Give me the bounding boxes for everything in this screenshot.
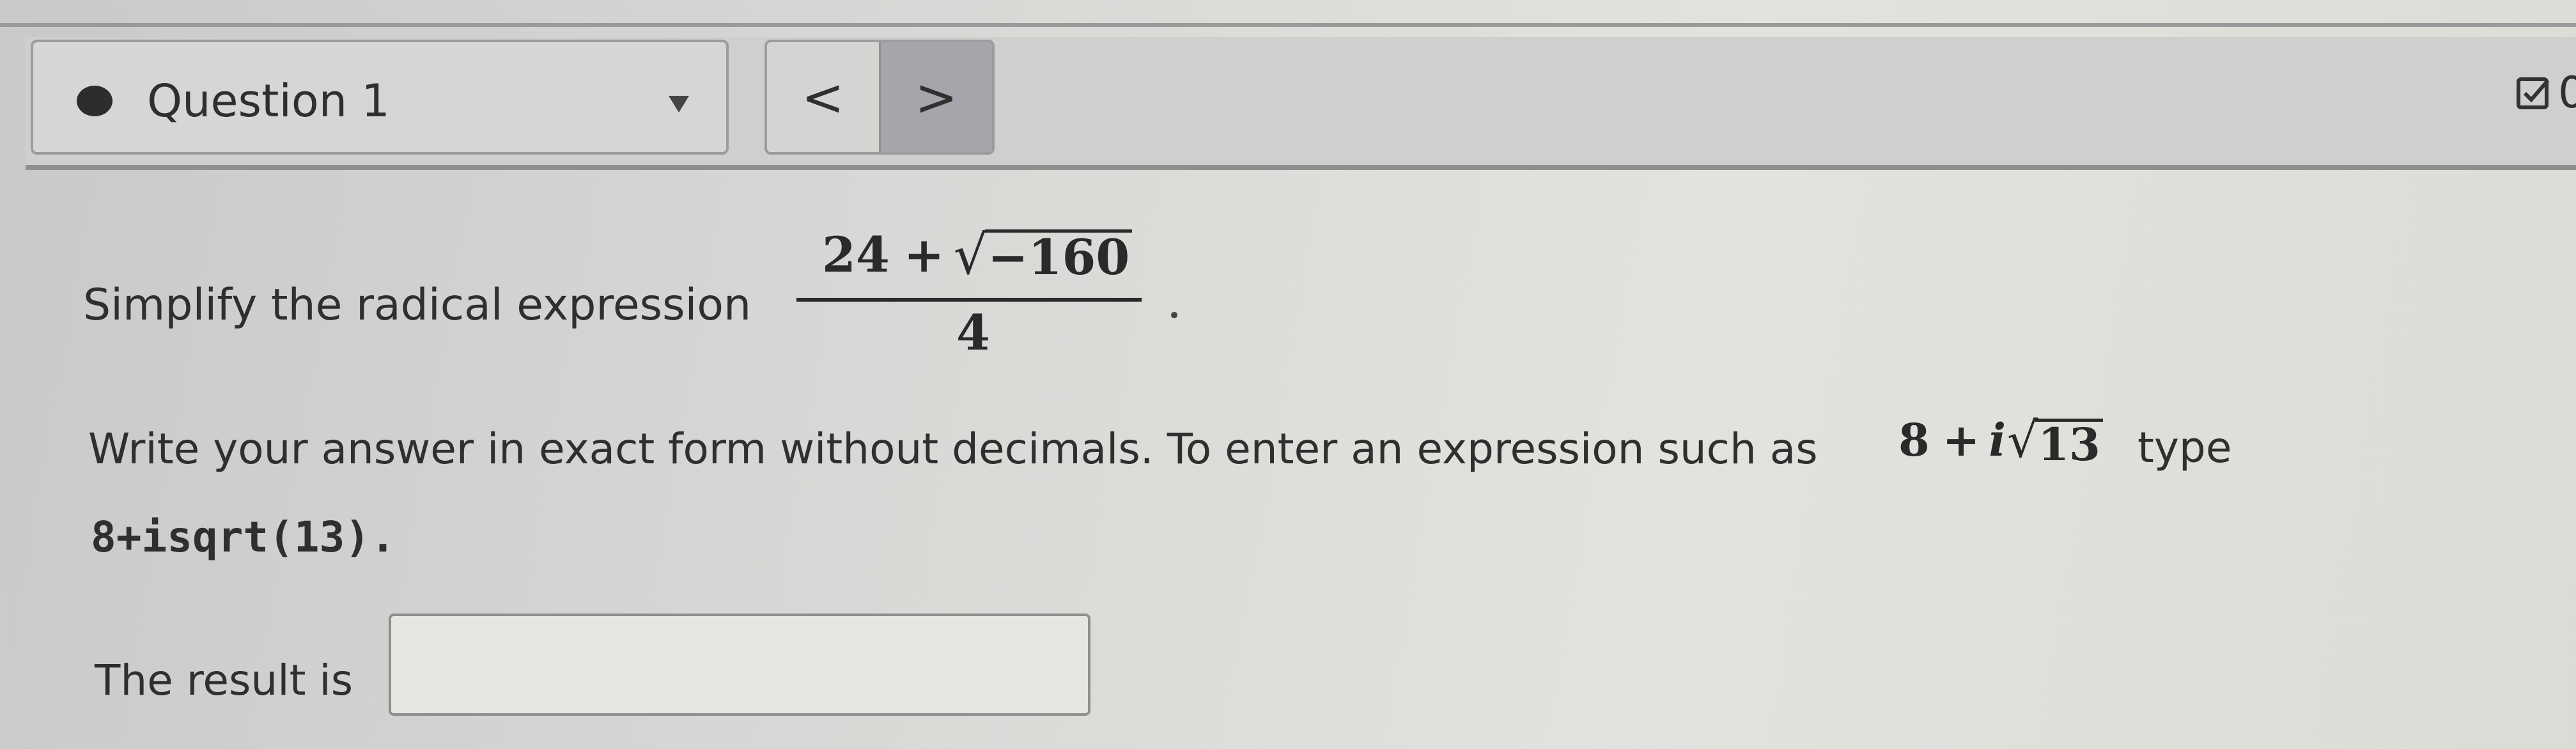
problem-prompt: Simplify the radical expression: [83, 280, 752, 330]
chevron-left-icon: <: [801, 67, 844, 127]
next-question-button[interactable]: >: [878, 42, 992, 152]
example-square-root: √ 13: [2007, 413, 2103, 468]
radical-sign-icon: √: [2006, 412, 2038, 468]
result-label: The result is: [95, 656, 353, 705]
question-label: Question 1: [147, 75, 390, 127]
type-word: type: [2138, 423, 2232, 472]
question-toolbar: Question 1 < > 0/: [26, 37, 2576, 170]
square-root: √ −160: [953, 224, 1133, 286]
question-status-dot-icon: [77, 86, 113, 116]
score-text: 0/: [2558, 68, 2576, 118]
example-real-part: 8: [1898, 413, 1930, 467]
typed-example: 8+isqrt(13).: [91, 513, 396, 562]
example-imaginary-unit: i: [1989, 413, 2006, 467]
example-operator: +: [1942, 413, 1980, 467]
question-navigation: < >: [764, 40, 995, 155]
fraction-bar: [796, 298, 1142, 302]
numerator-radicand: −160: [984, 229, 1133, 282]
radical-sign-icon: √: [953, 224, 988, 286]
checkbox-check-icon: [2516, 75, 2552, 111]
caret-down-icon: [669, 96, 689, 112]
question-selector-dropdown[interactable]: Question 1: [31, 40, 729, 155]
fraction-denominator: 4: [956, 304, 990, 361]
previous-question-button[interactable]: <: [767, 42, 879, 152]
numerator-operator: +: [903, 226, 945, 283]
score-indicator: 0/: [2516, 68, 2576, 118]
numerator-constant: 24: [822, 226, 890, 283]
answer-input[interactable]: [389, 614, 1090, 716]
radical-expression-fraction: 24 + √ −160 4: [796, 222, 1142, 369]
expression-period: [1171, 312, 1177, 318]
example-expression: 8 + i √ 13: [1898, 413, 2103, 468]
example-radicand: 13: [2035, 419, 2103, 468]
answer-instructions: Write your answer in exact form without …: [88, 424, 1818, 474]
fraction-numerator: 24 + √ −160: [822, 224, 1133, 286]
top-divider: [0, 23, 2576, 27]
chevron-right-icon: >: [915, 67, 958, 127]
